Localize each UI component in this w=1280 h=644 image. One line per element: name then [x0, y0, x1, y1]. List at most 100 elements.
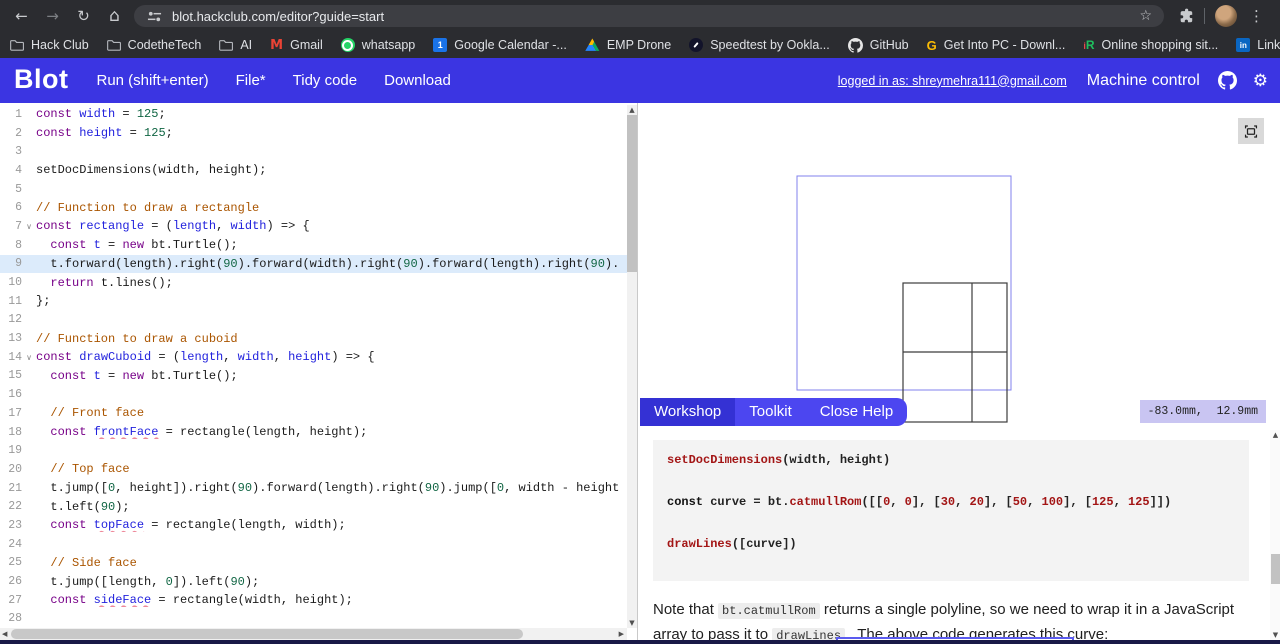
bookmark-github[interactable]: GitHub	[848, 38, 909, 53]
bookmark-ai[interactable]: AI	[219, 38, 252, 52]
code-line-18[interactable]: 18 const frontFace = rectangle(length, h…	[0, 423, 627, 442]
bookmark-label: Get Into PC - Downl...	[944, 38, 1066, 52]
code-line-23[interactable]: 23 const topFace = rectangle(length, wid…	[0, 516, 627, 535]
settings-gear-icon[interactable]: ⚙	[1253, 71, 1268, 91]
scroll-down-icon[interactable]: ▼	[627, 619, 637, 627]
run-button[interactable]: Run (shift+enter)	[96, 72, 208, 89]
code-line-9[interactable]: 9 t.forward(length).right(90).forward(wi…	[0, 255, 627, 274]
bookmark-online-shopping-sit[interactable]: iROnline shopping sit...	[1083, 38, 1218, 52]
code-line-8[interactable]: 8 const t = new bt.Turtle();	[0, 236, 627, 255]
line-number: 8	[0, 239, 22, 252]
bookmark-star-icon[interactable]: ☆	[1139, 8, 1152, 24]
menu-dots-icon[interactable]: ⋮	[1249, 7, 1264, 25]
code-line-15[interactable]: 15 const t = new bt.Turtle();	[0, 367, 627, 386]
editor-vertical-scrollbar[interactable]: ▲ ▼	[627, 105, 637, 628]
getintopc-icon: G	[927, 38, 937, 53]
bookmark-emp-drone[interactable]: EMP Drone	[585, 38, 671, 52]
code-line-27[interactable]: 27 const sideFace = rectangle(width, hei…	[0, 591, 627, 610]
code-line-12[interactable]: 12	[0, 311, 627, 330]
tab-workshop[interactable]: Workshop	[640, 398, 735, 426]
machine-control-button[interactable]: Machine control	[1087, 72, 1200, 90]
bookmark-gmail[interactable]: MGmail	[270, 38, 323, 53]
tab-toolkit[interactable]: Toolkit	[735, 398, 806, 426]
help-scrollbar[interactable]: ▲ ▼	[1270, 430, 1280, 640]
bookmark-speedtest-by-ookla[interactable]: Speedtest by Ookla...	[689, 38, 830, 52]
fit-view-button[interactable]	[1238, 118, 1264, 144]
scroll-down-icon[interactable]: ▼	[1270, 631, 1280, 639]
line-number: 6	[0, 201, 22, 214]
browser-toolbar: ← → ↻ ⌂ blot.hackclub.com/editor?guide=s…	[0, 0, 1280, 32]
code-line-26[interactable]: 26 t.jump([length, 0]).left(90);	[0, 572, 627, 591]
code-line-22[interactable]: 22 t.left(90);	[0, 497, 627, 516]
scroll-right-icon[interactable]: ▶	[619, 630, 624, 638]
code-line-16[interactable]: 16	[0, 385, 627, 404]
bookmark-get-into-pc-downl[interactable]: G Get Into PC - Downl...	[927, 38, 1066, 53]
code-line-10[interactable]: 10 return t.lines();	[0, 273, 627, 292]
code-line-17[interactable]: 17 // Front face	[0, 404, 627, 423]
line-number: 1	[0, 108, 22, 121]
github-icon[interactable]	[1218, 71, 1237, 90]
speedtest-icon	[689, 38, 703, 52]
tidy-code-button[interactable]: Tidy code	[293, 72, 357, 89]
scroll-up-icon[interactable]: ▲	[627, 106, 637, 114]
horizontal-scroll-thumb[interactable]	[11, 629, 523, 639]
fold-chevron-icon[interactable]: ∨	[22, 353, 36, 362]
editor-horizontal-scrollbar[interactable]: ◀ ▶	[0, 628, 627, 640]
line-number: 5	[0, 183, 22, 196]
code-line-20[interactable]: 20 // Top face	[0, 460, 627, 479]
reload-icon[interactable]: ↻	[68, 7, 99, 25]
home-icon[interactable]: ⌂	[99, 6, 130, 26]
code-line-3[interactable]: 3	[0, 142, 627, 161]
line-number: 4	[0, 164, 22, 177]
logged-in-link[interactable]: logged in as: shreymehra111@gmail.com	[838, 74, 1067, 88]
help-scroll-thumb[interactable]	[1271, 554, 1280, 584]
vertical-scroll-thumb[interactable]	[627, 115, 637, 272]
code-line-25[interactable]: 25 // Side face	[0, 554, 627, 573]
folder-icon	[219, 39, 233, 51]
code-lines[interactable]: 1const width = 125;2const height = 125;3…	[0, 105, 627, 628]
code-line-21[interactable]: 21 t.jump([0, height]).right(90).forward…	[0, 479, 627, 498]
help-panel[interactable]: setDocDimensions(width, height)const cur…	[638, 426, 1280, 644]
bookmark-hack-club[interactable]: Hack Club	[10, 38, 89, 52]
bookmark-codethetech[interactable]: CodetheTech	[107, 38, 202, 52]
back-icon[interactable]: ←	[6, 7, 37, 25]
forward-icon[interactable]: →	[37, 7, 68, 25]
code-line-2[interactable]: 2const height = 125;	[0, 124, 627, 143]
code-line-4[interactable]: 4setDocDimensions(width, height);	[0, 161, 627, 180]
code-line-11[interactable]: 11};	[0, 292, 627, 311]
scroll-left-icon[interactable]: ◀	[2, 630, 7, 638]
line-number: 26	[0, 575, 22, 588]
bookmark-google-calendar[interactable]: 1Google Calendar -...	[433, 38, 567, 52]
scroll-up-icon[interactable]: ▲	[1270, 431, 1280, 439]
code-line-13[interactable]: 13// Function to draw a cuboid	[0, 329, 627, 348]
file-menu[interactable]: File*	[236, 72, 266, 89]
blot-logo[interactable]: Blot	[14, 64, 68, 95]
code-line-19[interactable]: 19	[0, 441, 627, 460]
url-text[interactable]: blot.hackclub.com/editor?guide=start	[172, 9, 1139, 24]
code-line-1[interactable]: 1const width = 125;	[0, 105, 627, 124]
profile-avatar[interactable]	[1215, 5, 1237, 27]
address-bar[interactable]: blot.hackclub.com/editor?guide=start ☆	[134, 5, 1164, 27]
code-line-5[interactable]: 5	[0, 180, 627, 199]
bookmark-label: Online shopping sit...	[1102, 38, 1219, 52]
bookmark-label: Gmail	[290, 38, 323, 52]
site-settings-icon[interactable]	[147, 9, 162, 24]
code-line-14[interactable]: 14∨const drawCuboid = (length, width, he…	[0, 348, 627, 367]
fold-chevron-icon[interactable]: ∨	[22, 222, 36, 231]
bookmark-linkedin[interactable]: inLinkedIn	[1236, 38, 1280, 52]
code-editor[interactable]: 1const width = 125;2const height = 125;3…	[0, 103, 637, 644]
line-number: 23	[0, 519, 22, 532]
code-line-28[interactable]: 28	[0, 610, 627, 629]
bookmark-label: whatsapp	[362, 38, 416, 52]
download-button[interactable]: Download	[384, 72, 451, 89]
chrome-actions: ⋮	[1178, 5, 1270, 27]
linkedin-icon: in	[1236, 38, 1250, 52]
extensions-icon[interactable]	[1178, 8, 1194, 24]
tab-close-help[interactable]: Close Help	[806, 398, 907, 426]
code-line-6[interactable]: 6// Function to draw a rectangle	[0, 198, 627, 217]
drawing-canvas[interactable]	[638, 103, 1280, 426]
google-calendar-icon: 1	[433, 38, 447, 52]
bookmark-whatsapp[interactable]: whatsapp	[341, 38, 416, 52]
code-line-7[interactable]: 7∨const rectangle = (length, width) => {	[0, 217, 627, 236]
code-line-24[interactable]: 24	[0, 535, 627, 554]
